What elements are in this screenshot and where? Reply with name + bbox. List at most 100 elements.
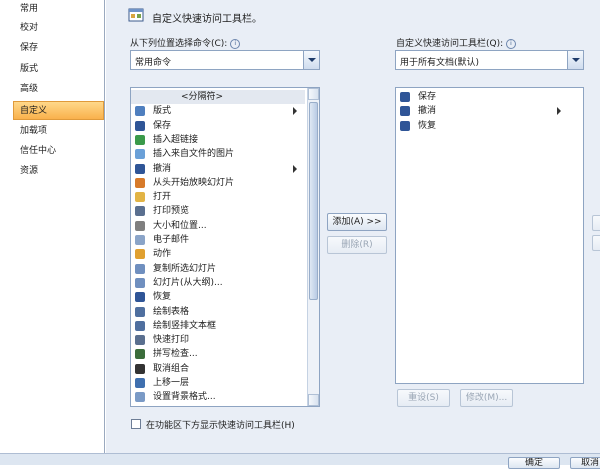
redo-icon [400, 120, 410, 131]
list-item[interactable]: 取消组合 [131, 362, 305, 376]
document-scope-combo[interactable]: 用于所有文档(默认) [395, 50, 584, 70]
list-item[interactable]: 撤消 [131, 162, 305, 176]
list-item-label: 幻灯片(从大纲)... [153, 277, 223, 288]
show-below-ribbon-checkbox[interactable] [131, 419, 141, 429]
list-item-label: 上移一层 [153, 378, 190, 388]
nav-item-resources[interactable]: 资源 [0, 162, 105, 181]
page-title: 自定义快速访问工具栏。 [152, 14, 262, 25]
list-item-label: 版式 [153, 106, 172, 117]
print-preview-icon [135, 206, 145, 217]
list-item[interactable]: 拼写检查... [131, 347, 305, 361]
remove-button[interactable]: 删除(R) [327, 236, 387, 254]
list-item[interactable]: 撤消 [396, 104, 569, 118]
open-folder-icon [135, 192, 145, 203]
list-item-label: 复制所选幻灯片 [153, 263, 217, 274]
save-icon [135, 120, 145, 131]
list-item-label: 动作 [153, 249, 172, 260]
command-source-value: 常用命令 [135, 58, 172, 68]
list-item[interactable]: 设置背景格式... [131, 390, 305, 404]
nav-item-general[interactable]: 常用 [0, 0, 105, 19]
spelling-icon [135, 349, 145, 360]
duplicate-slide-icon [135, 263, 145, 274]
vertical-textbox-icon [135, 320, 145, 331]
modify-button[interactable]: 修改(M)... [460, 389, 513, 407]
layout-icon [135, 106, 145, 117]
scroll-down-button[interactable] [308, 394, 319, 406]
list-item[interactable]: 插入来自文件的图片 [131, 147, 305, 161]
submenu-arrow-icon [557, 107, 561, 116]
nav-item-label: 校对 [20, 23, 39, 33]
list-item[interactable]: 绘制竖排文本框 [131, 319, 305, 333]
list-item[interactable]: 快速打印 [131, 333, 305, 347]
reset-button[interactable]: 重设(S) [397, 389, 450, 407]
command-source-combo[interactable]: 常用命令 [130, 50, 320, 70]
slideshow-icon [135, 177, 145, 188]
commands-list-scrollbar[interactable] [307, 88, 319, 406]
ok-button[interactable]: 确定 [508, 457, 560, 469]
list-item[interactable]: 保存 [131, 119, 305, 133]
list-item-label: 绘制竖排文本框 [153, 320, 217, 331]
info-icon: i [230, 38, 241, 49]
nav-item-customize[interactable]: 自定义 [13, 101, 104, 120]
nav-item-save[interactable]: 保存 [0, 39, 105, 58]
submenu-arrow-icon [293, 164, 297, 173]
picture-icon [135, 149, 145, 160]
action-icon [135, 249, 145, 260]
list-item[interactable]: 大小和位置... [131, 219, 305, 233]
customize-toolbar-label: 自定义快速访问工具栏(Q): i [396, 36, 517, 49]
nav-item-advanced[interactable]: 高级 [0, 80, 105, 99]
list-item[interactable]: 动作 [131, 247, 305, 261]
list-item[interactable]: 版式 [131, 104, 305, 118]
list-item[interactable]: 从头开始放映幻灯片 [131, 176, 305, 190]
list-item[interactable]: 插入超链接 [131, 133, 305, 147]
list-item-label: 恢复 [418, 120, 437, 131]
list-item[interactable]: 打印预览 [131, 204, 305, 218]
scroll-up-button[interactable] [308, 88, 319, 100]
nav-item-addins[interactable]: 加载项 [0, 122, 105, 141]
hyperlink-icon [135, 134, 145, 145]
list-item-label: 打开 [153, 192, 172, 203]
scroll-thumb[interactable] [309, 102, 318, 300]
list-item[interactable]: 复制所选幻灯片 [131, 262, 305, 276]
list-item-label: 快速打印 [153, 335, 190, 346]
chevron-down-icon[interactable] [567, 51, 583, 69]
list-item[interactable]: <分隔符> [131, 90, 305, 104]
slide-outline-icon [135, 277, 145, 288]
list-item-label: 撤消 [418, 106, 437, 117]
list-item[interactable]: 恢复 [396, 119, 569, 133]
list-item[interactable]: 保存 [396, 90, 569, 104]
email-icon [135, 235, 145, 245]
move-up-button[interactable] [592, 215, 600, 231]
list-item-label: 拼写检查... [153, 349, 198, 360]
list-item[interactable]: 上移一层 [131, 376, 305, 390]
quick-access-toolbar-icon [128, 8, 144, 22]
nav-item-label: 资源 [20, 166, 39, 176]
nav-item-label: 版式 [20, 64, 39, 74]
list-item[interactable]: 电子邮件 [131, 233, 305, 247]
nav-item-label: 常用 [20, 4, 39, 14]
choose-commands-label: 从下列位置选择命令(C): i [130, 36, 241, 49]
commands-list[interactable]: <分隔符> 版式保存 插入超链接 插入来自文件的图片撤消从头开始放映幻灯片打开 打印预览… [130, 87, 320, 407]
bring-forward-icon [135, 378, 145, 388]
list-item-label: 绘制表格 [153, 306, 190, 317]
list-item-label: 撤消 [153, 163, 172, 174]
show-below-ribbon-label: 在功能区下方显示快速访问工具栏(H) [146, 421, 295, 431]
list-item-label: <分隔符> [181, 92, 224, 102]
nav-item-trust-center[interactable]: 信任中心 [0, 142, 105, 161]
list-item[interactable]: 恢复 [131, 290, 305, 304]
choose-commands-label-text: 从下列位置选择命令(C): [130, 39, 228, 49]
ungroup-icon [135, 363, 145, 374]
nav-item-layout[interactable]: 版式 [0, 60, 105, 79]
cancel-button[interactable]: 取消 [570, 457, 600, 469]
nav-item-proofing[interactable]: 校对 [0, 19, 105, 38]
undo-icon [400, 106, 410, 117]
customize-toolbar-label-text: 自定义快速访问工具栏(Q): [396, 39, 504, 49]
toolbar-items-list[interactable]: 保存撤消恢复 [395, 87, 584, 384]
list-item[interactable]: 打开 [131, 190, 305, 204]
list-item[interactable]: 幻灯片(从大纲)... [131, 276, 305, 290]
list-item[interactable]: 绘制表格 [131, 305, 305, 319]
move-down-button[interactable] [592, 235, 600, 251]
add-button[interactable]: 添加(A) >> [327, 213, 387, 231]
info-icon: i [506, 38, 517, 49]
chevron-down-icon[interactable] [303, 51, 319, 69]
